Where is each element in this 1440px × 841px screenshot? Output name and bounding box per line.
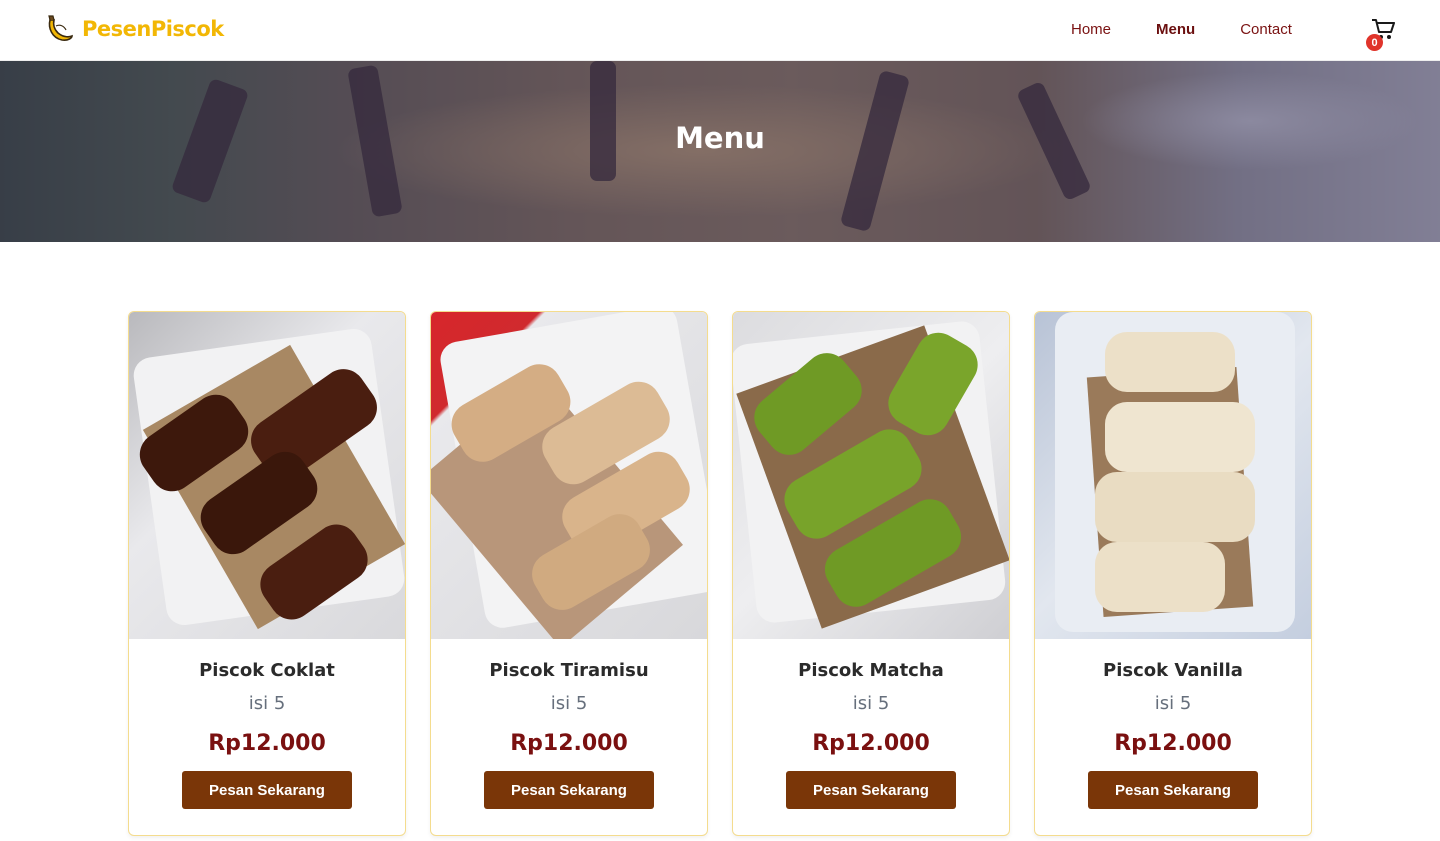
product-price: Rp12.000 <box>208 731 326 756</box>
product-qty: isi 5 <box>550 693 588 714</box>
page-title: Menu <box>675 121 765 155</box>
nav-links: Home Menu Contact <box>1071 21 1337 39</box>
navbar: PesenPiscok Home Menu Contact 0 <box>0 0 1440 61</box>
product-card: Piscok Vanilla isi 5 Rp12.000 Pesan Seka… <box>1034 311 1312 836</box>
product-card-body: Piscok Vanilla isi 5 Rp12.000 Pesan Seka… <box>1035 639 1311 809</box>
product-name: Piscok Tiramisu <box>489 660 649 681</box>
cart-count-badge: 0 <box>1366 34 1383 51</box>
nav-link-contact[interactable]: Contact <box>1240 21 1292 39</box>
product-price: Rp12.000 <box>510 731 628 756</box>
product-grid: Piscok Coklat isi 5 Rp12.000 Pesan Sekar… <box>128 311 1312 836</box>
nav-link-home[interactable]: Home <box>1071 21 1111 39</box>
product-card: Piscok Matcha isi 5 Rp12.000 Pesan Sekar… <box>732 311 1010 836</box>
product-name: Piscok Vanilla <box>1103 660 1243 681</box>
product-qty: isi 5 <box>248 693 286 714</box>
product-price: Rp12.000 <box>1114 731 1232 756</box>
product-image-tiramisu <box>431 312 707 639</box>
product-card-body: Piscok Matcha isi 5 Rp12.000 Pesan Sekar… <box>733 639 1009 809</box>
hero-banner: Menu <box>0 61 1440 242</box>
product-card-body: Piscok Coklat isi 5 Rp12.000 Pesan Sekar… <box>129 639 405 809</box>
cart-button[interactable]: 0 <box>1366 18 1398 51</box>
product-card: Piscok Tiramisu isi 5 Rp12.000 Pesan Sek… <box>430 311 708 836</box>
product-price: Rp12.000 <box>812 731 930 756</box>
product-qty: isi 5 <box>1154 693 1192 714</box>
product-image-matcha <box>733 312 1009 639</box>
product-image-coklat <box>129 312 405 639</box>
order-now-button[interactable]: Pesan Sekarang <box>182 771 352 809</box>
brand-logo-link[interactable]: PesenPiscok <box>46 14 224 44</box>
product-name: Piscok Matcha <box>798 660 944 681</box>
order-now-button[interactable]: Pesan Sekarang <box>1088 771 1258 809</box>
nav-link-menu[interactable]: Menu <box>1156 21 1195 39</box>
banana-icon <box>48 15 73 41</box>
product-name: Piscok Coklat <box>199 660 335 681</box>
brand-name: PesenPiscok <box>82 17 224 41</box>
order-now-button[interactable]: Pesan Sekarang <box>484 771 654 809</box>
product-card: Piscok Coklat isi 5 Rp12.000 Pesan Sekar… <box>128 311 406 836</box>
product-card-body: Piscok Tiramisu isi 5 Rp12.000 Pesan Sek… <box>431 639 707 809</box>
order-now-button[interactable]: Pesan Sekarang <box>786 771 956 809</box>
product-qty: isi 5 <box>852 693 890 714</box>
product-image-vanilla <box>1035 312 1311 639</box>
